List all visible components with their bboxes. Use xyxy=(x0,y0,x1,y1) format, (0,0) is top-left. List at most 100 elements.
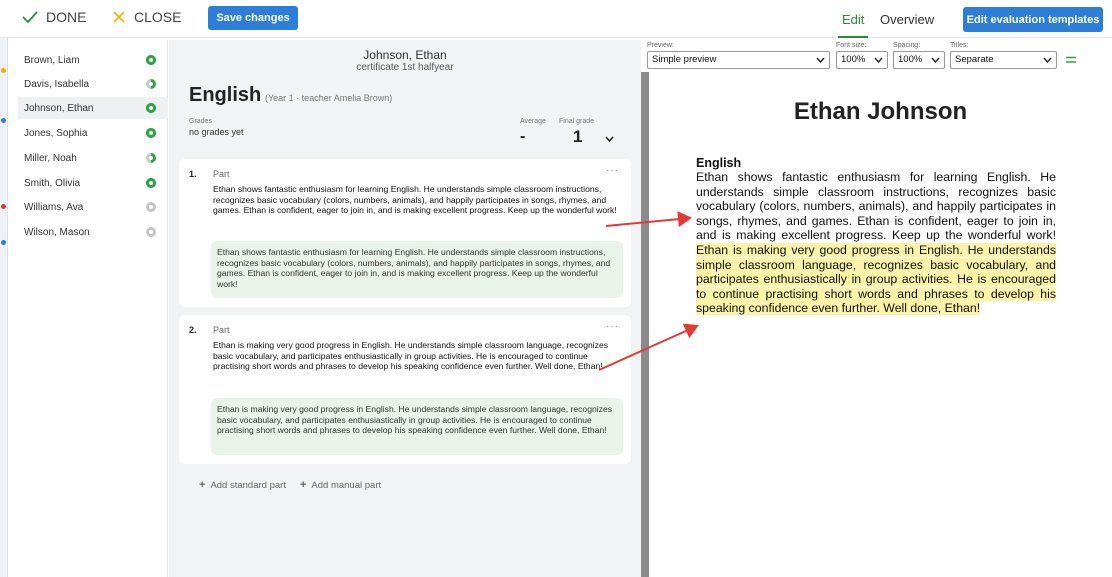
status-partial-icon xyxy=(146,153,156,163)
status-empty-icon xyxy=(146,227,156,237)
grades-value: no grades yet xyxy=(189,127,244,137)
part-text-editor[interactable]: Ethan is making very good progress in En… xyxy=(213,340,617,372)
part-preview: Ethan is making very good progress in En… xyxy=(211,398,623,455)
student-name: Johnson, Ethan xyxy=(24,102,94,114)
evaluation-editor: Johnson, Ethan certificate 1st halfyear … xyxy=(169,40,641,577)
active-tab-indicator xyxy=(838,36,868,38)
add-part-row: + Add standard part + Add manual part xyxy=(199,479,381,491)
plus-icon: + xyxy=(199,479,206,491)
student-item[interactable]: Davis, Isabella xyxy=(18,73,168,95)
certificate-body-text: Ethan shows fantastic enthusiasm for lea… xyxy=(696,170,1056,316)
average-value: - xyxy=(520,128,526,145)
student-name: Jones, Sophia xyxy=(24,127,88,139)
more-options-icon[interactable]: ··· xyxy=(606,165,619,176)
student-item[interactable]: Wilson, Mason xyxy=(18,221,168,243)
final-grade-value: 1 xyxy=(573,127,583,146)
chevron-down-icon xyxy=(1043,57,1052,63)
chevron-down-icon xyxy=(874,57,883,63)
status-empty-icon xyxy=(146,202,156,212)
close-label: CLOSE xyxy=(134,9,182,25)
app-edge-strip xyxy=(0,0,8,577)
done-label: DONE xyxy=(46,9,87,25)
certificate-preview-panel: Preview: Simple preview Font size: 100% … xyxy=(641,40,1112,577)
edge-marker xyxy=(1,240,6,245)
preview-mode-label: Preview: xyxy=(647,42,674,49)
preview-toolbar: Preview: Simple preview Font size: 100% … xyxy=(641,40,1112,72)
student-name: Smith, Olivia xyxy=(24,177,81,189)
certificate-part-2-text-highlighted: Ethan is making very good progress in En… xyxy=(696,242,1056,316)
titles-label: Titles: xyxy=(950,42,969,49)
student-name: Wilson, Mason xyxy=(24,226,90,238)
save-changes-button[interactable]: Save changes xyxy=(208,6,298,30)
status-partial-icon xyxy=(146,79,156,89)
part-label: Part xyxy=(213,169,230,179)
done-button[interactable]: DONE xyxy=(22,9,86,25)
spacing-select[interactable]: 100% xyxy=(893,51,945,69)
student-name: Miller, Noah xyxy=(24,152,77,164)
part-number: 1. xyxy=(189,169,197,179)
evaluation-part-card: 1. Part ··· Ethan shows fantastic enthus… xyxy=(179,159,631,307)
student-name: Williams, Ava xyxy=(24,201,84,213)
student-item[interactable]: Jones, Sophia xyxy=(18,122,168,144)
student-item[interactable]: Williams, Ava xyxy=(18,196,168,218)
titles-select[interactable]: Separate xyxy=(950,51,1057,69)
tab-edit[interactable]: Edit xyxy=(842,12,864,27)
certificate-part-1-text: Ethan shows fantastic enthusiasm for lea… xyxy=(696,170,1056,243)
part-preview: Ethan shows fantastic enthusiasm for lea… xyxy=(211,241,623,298)
font-size-label: Font size: xyxy=(836,42,867,49)
certificate-student-name: Ethan Johnson xyxy=(793,98,968,125)
font-size-select[interactable]: 100% xyxy=(836,51,888,69)
editor-student-name: Johnson, Ethan xyxy=(363,48,447,62)
chevron-down-icon xyxy=(605,136,614,142)
edge-marker xyxy=(1,204,6,209)
add-standard-part-button[interactable]: + Add standard part xyxy=(199,479,286,491)
status-complete-icon xyxy=(146,178,156,188)
checkmark-icon xyxy=(22,11,38,24)
add-manual-part-label: Add manual part xyxy=(311,479,382,491)
close-icon xyxy=(113,11,125,23)
top-toolbar: DONE CLOSE Save changes Edit Overview Ed… xyxy=(0,0,1112,38)
titles-value: Separate xyxy=(955,54,994,65)
part-label: Part xyxy=(213,325,230,335)
certificate-subject-heading: English xyxy=(696,156,742,170)
preview-mode-value: Simple preview xyxy=(652,54,717,65)
close-button[interactable]: CLOSE xyxy=(112,9,181,25)
subject-meta: (Year 1 · teacher Amelia Brown) xyxy=(265,93,393,103)
student-name: Davis, Isabella xyxy=(24,78,90,90)
certificate-page: Ethan Johnson English Ethan shows fantas… xyxy=(649,72,1112,577)
preview-gutter xyxy=(641,72,649,577)
part-text-editor[interactable]: Ethan shows fantastic enthusiasm for lea… xyxy=(213,184,617,216)
subject-title: English xyxy=(189,84,262,106)
student-item-active[interactable]: Johnson, Ethan xyxy=(18,97,168,119)
student-list: Brown, Liam Davis, Isabella Johnson, Eth… xyxy=(8,40,168,577)
add-standard-part-label: Add standard part xyxy=(210,479,286,491)
tab-overview[interactable]: Overview xyxy=(880,12,934,27)
chevron-down-icon xyxy=(931,57,940,63)
preview-mode-select[interactable]: Simple preview xyxy=(647,51,830,69)
chevron-down-icon xyxy=(816,57,825,63)
spacing-value: 100% xyxy=(898,54,923,65)
edge-marker xyxy=(1,68,6,73)
edge-marker xyxy=(1,118,6,123)
edit-evaluation-templates-button[interactable]: Edit evaluation templates xyxy=(963,7,1103,32)
student-item[interactable]: Brown, Liam xyxy=(18,49,168,71)
font-size-value: 100% xyxy=(841,54,866,65)
status-complete-icon xyxy=(146,128,156,138)
final-grade-select[interactable]: 1 xyxy=(559,127,619,149)
status-complete-icon xyxy=(146,55,156,65)
average-label: Average xyxy=(520,118,546,125)
student-item[interactable]: Miller, Noah xyxy=(18,147,168,169)
plus-icon: + xyxy=(299,479,307,491)
spacing-label: Spacing: xyxy=(893,42,921,49)
part-number: 2. xyxy=(189,325,197,335)
more-options-icon[interactable]: ··· xyxy=(606,321,619,332)
add-manual-part-button[interactable]: + Add manual part xyxy=(300,479,381,491)
student-item[interactable]: Smith, Olivia xyxy=(18,172,168,194)
student-name: Brown, Liam xyxy=(24,54,80,66)
final-grade-label: Final grade xyxy=(559,118,595,125)
status-complete-icon xyxy=(146,103,156,113)
certificate-type: certificate 1st halfyear xyxy=(356,62,454,73)
grades-label: Grades xyxy=(189,118,212,125)
evaluation-part-card: 2. Part ··· Ethan is making very good pr… xyxy=(179,315,631,464)
hamburger-menu-icon[interactable] xyxy=(1066,56,1076,64)
